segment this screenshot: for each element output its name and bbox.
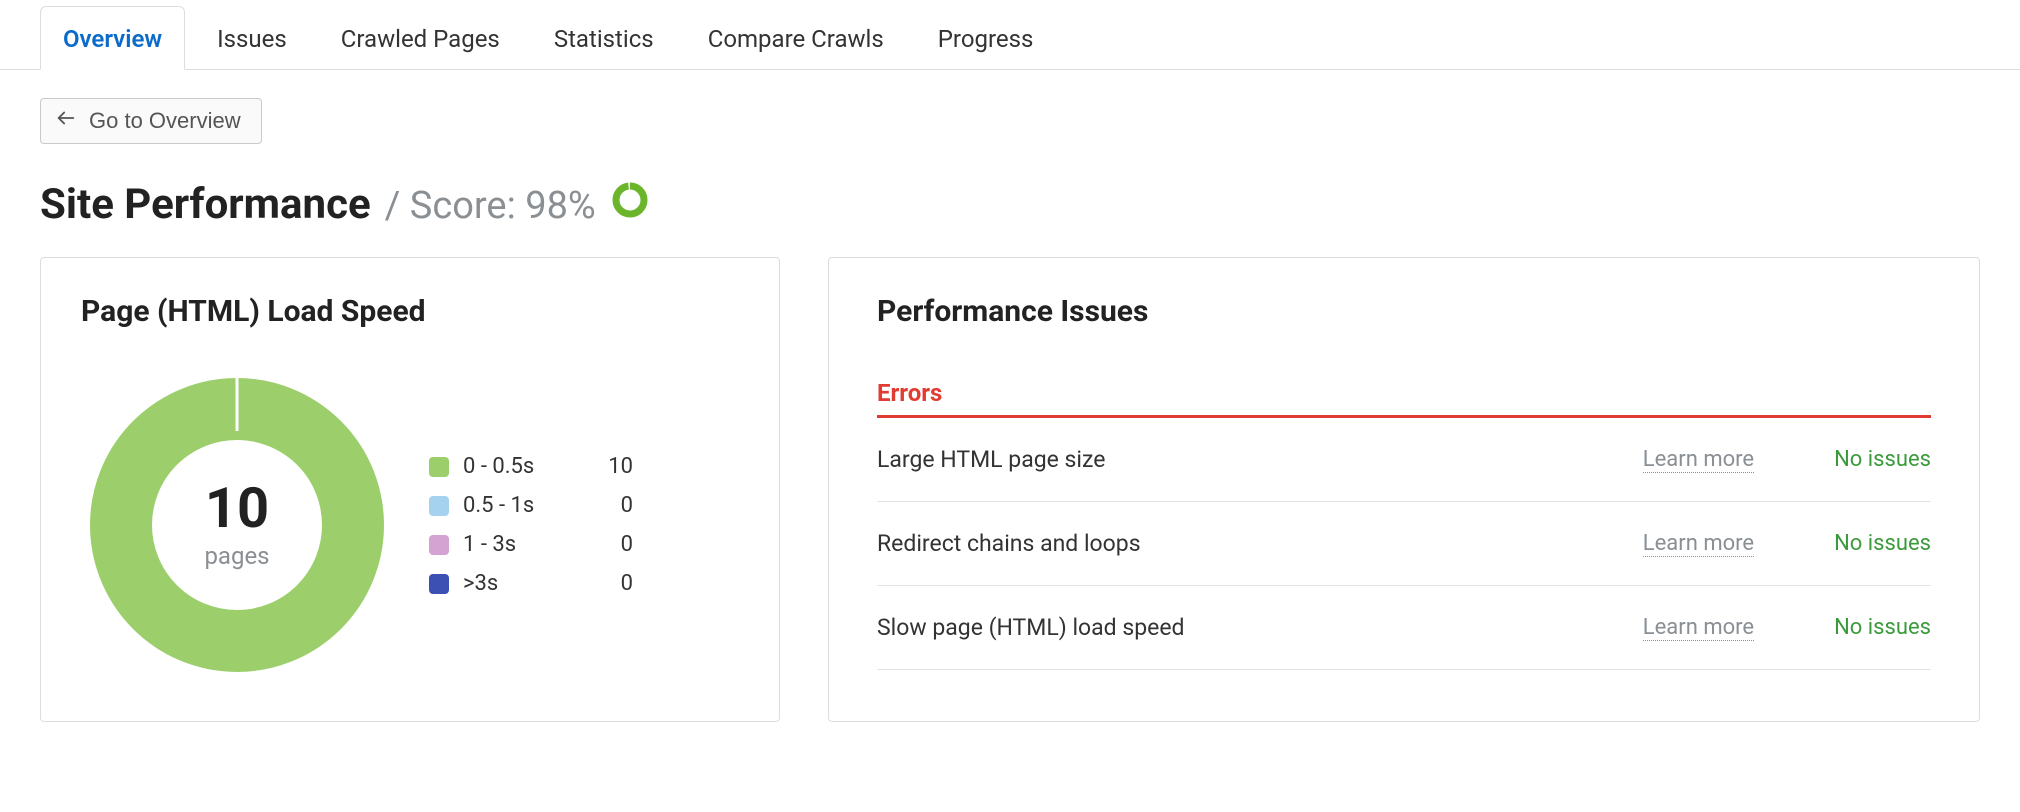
issues-group-errors: Errors	[877, 379, 1931, 418]
tab-progress[interactable]: Progress	[916, 7, 1056, 69]
learn-more-link[interactable]: Learn more	[1643, 447, 1754, 473]
legend-swatch	[429, 496, 449, 516]
issue-status: No issues	[1834, 531, 1931, 556]
legend-item-2[interactable]: 1 - 3s 0	[429, 532, 633, 557]
legend-item-1[interactable]: 0.5 - 1s 0	[429, 493, 633, 518]
tab-crawled-pages[interactable]: Crawled Pages	[319, 7, 522, 69]
tab-bar: Overview Issues Crawled Pages Statistics…	[0, 0, 2020, 70]
legend-swatch	[429, 574, 449, 594]
legend-value: 10	[593, 454, 633, 479]
donut-center-value: 10	[205, 480, 269, 536]
performance-issues-card: Performance Issues Errors Large HTML pag…	[828, 257, 1980, 722]
legend-label: >3s	[463, 571, 593, 596]
legend-item-0[interactable]: 0 - 0.5s 10	[429, 454, 633, 479]
issue-row: Slow page (HTML) load speed Learn more N…	[877, 586, 1931, 670]
learn-more-link[interactable]: Learn more	[1643, 531, 1754, 557]
issue-name: Large HTML page size	[877, 446, 1643, 473]
tab-compare-crawls[interactable]: Compare Crawls	[686, 7, 906, 69]
issue-row: Redirect chains and loops Learn more No …	[877, 502, 1931, 586]
go-to-overview-button[interactable]: Go to Overview	[40, 98, 262, 144]
issues-title: Performance Issues	[877, 294, 1931, 329]
legend-label: 0 - 0.5s	[463, 454, 593, 479]
issue-name: Slow page (HTML) load speed	[877, 614, 1643, 641]
load-speed-legend: 0 - 0.5s 10 0.5 - 1s 0 1 - 3s 0	[429, 454, 633, 596]
legend-swatch	[429, 457, 449, 477]
page-title-row: Site Performance / Score: 98%	[0, 144, 2020, 257]
legend-value: 0	[593, 571, 633, 596]
back-button-label: Go to Overview	[89, 108, 241, 134]
issue-row: Large HTML page size Learn more No issue…	[877, 418, 1931, 502]
load-speed-card: Page (HTML) Load Speed 10 pages 0	[40, 257, 780, 722]
score-progress-icon	[612, 182, 648, 222]
issue-name: Redirect chains and loops	[877, 530, 1643, 557]
legend-item-3[interactable]: >3s 0	[429, 571, 633, 596]
legend-value: 0	[593, 493, 633, 518]
legend-value: 0	[593, 532, 633, 557]
donut-center-label: pages	[204, 542, 269, 570]
arrow-left-icon	[55, 107, 77, 135]
legend-swatch	[429, 535, 449, 555]
load-speed-title: Page (HTML) Load Speed	[81, 294, 739, 329]
issue-status: No issues	[1834, 447, 1931, 472]
legend-label: 1 - 3s	[463, 532, 593, 557]
legend-label: 0.5 - 1s	[463, 493, 593, 518]
learn-more-link[interactable]: Learn more	[1643, 615, 1754, 641]
load-speed-donut-chart: 10 pages	[81, 369, 393, 681]
tab-overview[interactable]: Overview	[40, 6, 185, 70]
tab-statistics[interactable]: Statistics	[532, 7, 676, 69]
issue-status: No issues	[1834, 615, 1931, 640]
score-text: / Score: 98%	[385, 184, 596, 228]
page-title: Site Performance	[40, 180, 371, 229]
tab-issues[interactable]: Issues	[195, 7, 309, 69]
